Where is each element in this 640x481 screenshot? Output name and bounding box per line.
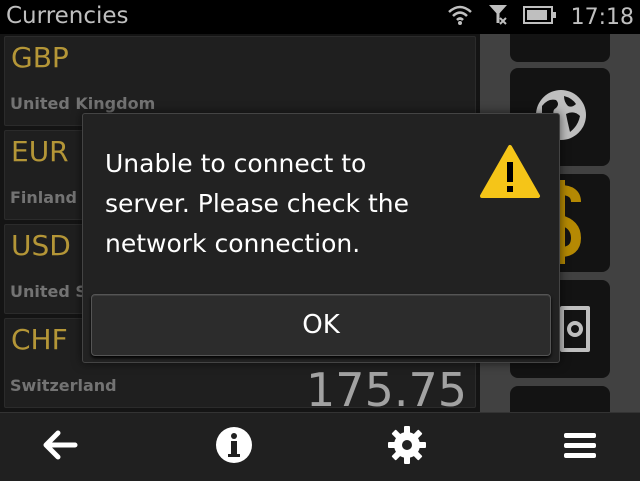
bottom-toolbar (0, 412, 640, 481)
info-button[interactable] (194, 413, 274, 481)
back-arrow-icon (42, 430, 78, 464)
info-icon (215, 426, 253, 468)
error-dialog: Unable to connect to server. Please chec… (82, 113, 560, 363)
gear-icon (387, 425, 427, 469)
warning-icon (479, 144, 541, 200)
back-button[interactable] (20, 413, 100, 481)
menu-icon (562, 430, 598, 464)
dialog-message: Unable to connect to server. Please chec… (105, 149, 409, 258)
settings-button[interactable] (367, 413, 447, 481)
ok-button[interactable]: OK (91, 294, 551, 356)
menu-button[interactable] (540, 413, 620, 481)
